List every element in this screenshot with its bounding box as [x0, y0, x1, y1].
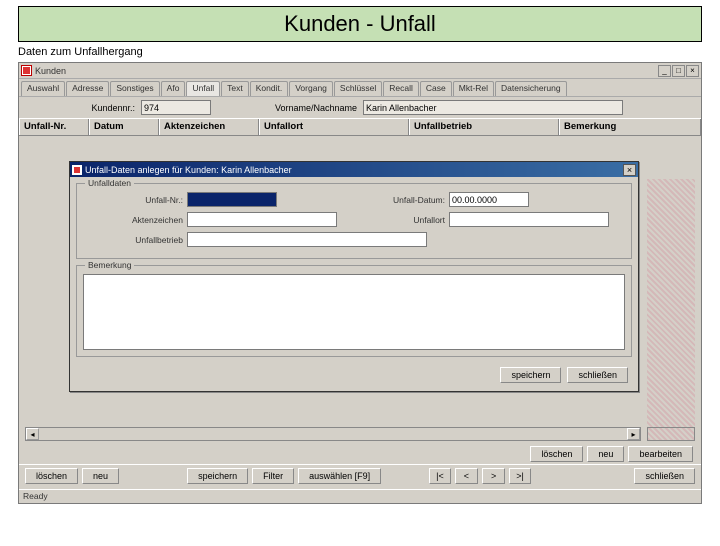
unfalldaten-group: Unfalldaten Unfall-Nr.: Unfall-Datum: Ak…	[76, 183, 632, 259]
app-window: Kunden _ □ × Auswahl Adresse Sonstiges A…	[18, 62, 702, 504]
tab-schluessel[interactable]: Schlüssel	[334, 81, 382, 96]
grid-empty-area	[647, 179, 695, 429]
col-unfallnr[interactable]: Unfall-Nr.	[19, 119, 89, 135]
scroll-left-arrow-icon[interactable]: ◂	[26, 428, 39, 440]
bemerkung-textarea[interactable]	[83, 274, 625, 350]
tab-strip: Auswahl Adresse Sonstiges Afo Unfall Tex…	[19, 79, 701, 97]
unfallnr-label: Unfall-Nr.:	[83, 195, 183, 205]
col-datum[interactable]: Datum	[89, 119, 159, 135]
unfalldaten-legend: Unfalldaten	[85, 178, 134, 188]
name-label: Vorname/Nachname	[217, 103, 357, 113]
grid-loeschen-button[interactable]: löschen	[530, 446, 583, 462]
tab-kondit[interactable]: Kondit.	[250, 81, 288, 96]
unfall-dialog: Unfall-Daten anlegen für Kunden: Karin A…	[69, 161, 639, 392]
window-titlebar: Kunden _ □ ×	[19, 63, 701, 79]
kundennr-label: Kundennr.:	[25, 103, 135, 113]
tab-case[interactable]: Case	[420, 81, 452, 96]
tab-unfall[interactable]: Unfall	[186, 81, 220, 96]
tab-mktrel[interactable]: Mkt-Rel	[453, 81, 494, 96]
dialog-titlebar[interactable]: Unfall-Daten anlegen für Kunden: Karin A…	[70, 162, 638, 177]
dialog-close-button[interactable]: ×	[623, 164, 636, 176]
datum-label: Unfall-Datum:	[365, 195, 445, 205]
window-title: Kunden	[35, 66, 658, 76]
tab-adresse[interactable]: Adresse	[66, 81, 109, 96]
auswaehlen-button[interactable]: auswählen [F9]	[298, 468, 381, 484]
slide-title: Kunden - Unfall	[18, 6, 702, 42]
scrollbar-end-hatch	[647, 427, 695, 441]
bemerkung-group: Bemerkung	[76, 265, 632, 357]
col-unfallbetrieb[interactable]: Unfallbetrieb	[409, 119, 559, 135]
kundennr-field[interactable]	[141, 100, 211, 115]
name-field[interactable]	[363, 100, 623, 115]
col-aktenzeichen[interactable]: Aktenzeichen	[159, 119, 259, 135]
ort-label: Unfallort	[365, 215, 445, 225]
tab-recall[interactable]: Recall	[383, 81, 419, 96]
nav-first-button[interactable]: |<	[429, 468, 451, 484]
tab-auswahl[interactable]: Auswahl	[21, 81, 65, 96]
speichern-button[interactable]: speichern	[187, 468, 248, 484]
slide-subtitle: Daten zum Unfallhergang	[18, 46, 702, 58]
main-button-bar: löschen neu speichern Filter auswählen […	[19, 464, 701, 487]
neu-button[interactable]: neu	[82, 468, 119, 484]
nav-prev-button[interactable]: <	[455, 468, 478, 484]
grid-neu-button[interactable]: neu	[587, 446, 624, 462]
loeschen-button[interactable]: löschen	[25, 468, 78, 484]
dialog-icon	[72, 165, 82, 175]
tab-afo[interactable]: Afo	[161, 81, 186, 96]
akten-input[interactable]	[187, 212, 337, 227]
datum-input[interactable]	[449, 192, 529, 207]
status-bar: Ready	[19, 489, 701, 503]
ort-input[interactable]	[449, 212, 609, 227]
unfallnr-input[interactable]	[187, 192, 277, 207]
tab-datensicherung[interactable]: Datensicherung	[495, 81, 567, 96]
filter-button[interactable]: Filter	[252, 468, 294, 484]
tab-vorgang[interactable]: Vorgang	[289, 81, 333, 96]
dialog-title: Unfall-Daten anlegen für Kunden: Karin A…	[85, 165, 623, 175]
tab-sonstiges[interactable]: Sonstiges	[110, 81, 159, 96]
nav-last-button[interactable]: >|	[509, 468, 531, 484]
dialog-schliessen-button[interactable]: schließen	[567, 367, 628, 383]
tab-text[interactable]: Text	[221, 81, 249, 96]
nav-next-button[interactable]: >	[482, 468, 505, 484]
maximize-button[interactable]: □	[672, 65, 685, 77]
grid-bearbeiten-button[interactable]: bearbeiten	[628, 446, 693, 462]
customer-info-row: Kundennr.: Vorname/Nachname	[19, 97, 701, 118]
dialog-button-row: speichern schließen	[70, 363, 638, 391]
scroll-right-arrow-icon[interactable]: ▸	[627, 428, 640, 440]
akten-label: Aktenzeichen	[83, 215, 183, 225]
schliessen-button[interactable]: schließen	[634, 468, 695, 484]
col-bemerkung[interactable]: Bemerkung	[559, 119, 701, 135]
minimize-button[interactable]: _	[658, 65, 671, 77]
bemerkung-legend: Bemerkung	[85, 260, 134, 270]
grid-action-bar: löschen neu bearbeiten	[19, 443, 701, 465]
close-button[interactable]: ×	[686, 65, 699, 77]
betrieb-input[interactable]	[187, 232, 427, 247]
horizontal-scrollbar[interactable]: ◂ ▸	[25, 427, 641, 441]
betrieb-label: Unfallbetrieb	[83, 235, 183, 245]
app-icon	[21, 65, 32, 76]
grid-column-headers: Unfall-Nr. Datum Aktenzeichen Unfallort …	[19, 118, 701, 136]
dialog-speichern-button[interactable]: speichern	[500, 367, 561, 383]
col-unfallort[interactable]: Unfallort	[259, 119, 409, 135]
